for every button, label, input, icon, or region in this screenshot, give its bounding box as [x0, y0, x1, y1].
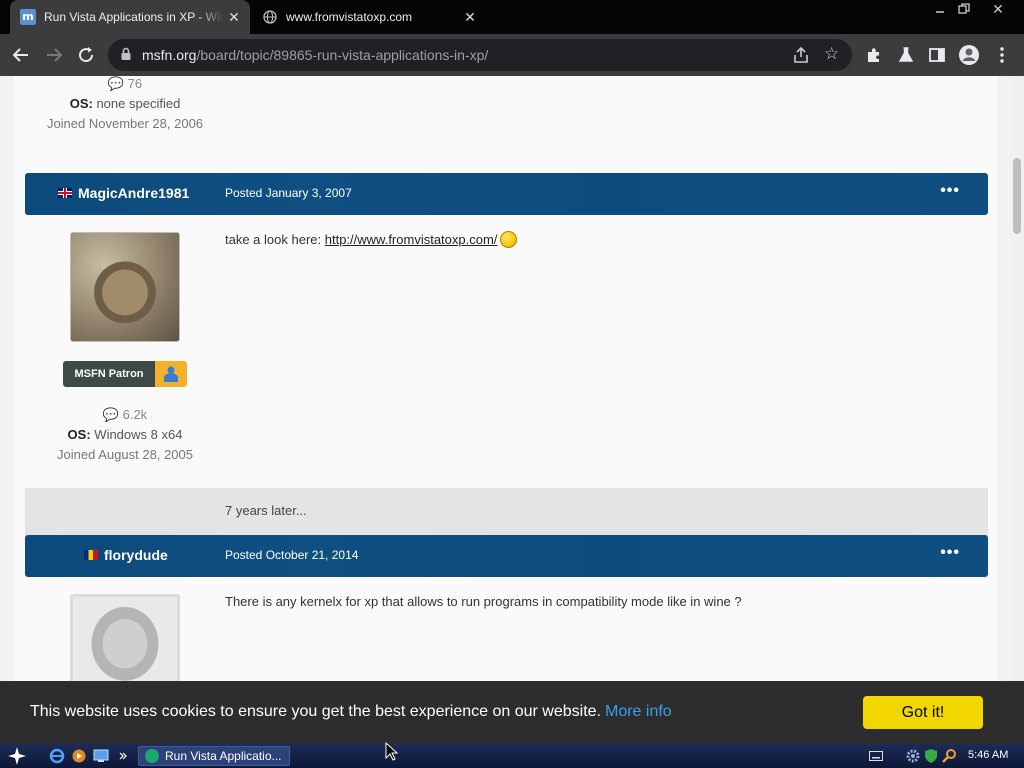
back-arrow-icon[interactable] [7, 41, 35, 69]
close-tab-icon[interactable]: ✕ [460, 9, 480, 26]
speech-bubble-icon: 💬 [102, 407, 119, 422]
post-date[interactable]: Posted January 3, 2007 [225, 186, 352, 200]
post-header: MagicAndre1981 Posted January 3, 2007 ••… [25, 173, 988, 215]
post-date[interactable]: Posted October 21, 2014 [225, 548, 358, 562]
tab-title: www.fromvistatoxp.com [286, 10, 413, 24]
close-window-icon[interactable]: ✕ [987, 0, 1009, 18]
browser-toolbar: msfn.org/board/topic/89865-run-vista-app… [0, 34, 1024, 76]
author-name[interactable]: florydude [84, 547, 168, 563]
post-body: There is any kernelx for xp that allows … [225, 594, 742, 609]
author-name[interactable]: MagicAndre1981 [58, 185, 189, 201]
post-body: take a look here: http://www.fromvistato… [225, 231, 518, 249]
bookmark-star-icon[interactable]: ☆ [824, 44, 839, 64]
restore-icon[interactable] [953, 0, 975, 18]
wink-smiley-icon [500, 231, 518, 249]
romania-flag-icon [84, 550, 98, 560]
address-bar[interactable]: msfn.org/board/topic/89865-run-vista-app… [108, 39, 852, 71]
quick-launch-chevron-icon[interactable] [114, 747, 132, 765]
browser-task-icon [145, 749, 159, 763]
joined-date: Joined November 28, 2006 [46, 116, 204, 131]
scrollbar-thumb[interactable] [1013, 158, 1021, 234]
comment-count: 💬 76 [107, 76, 143, 91]
time-gap-separator: 7 years later... [25, 488, 988, 536]
browser-tab-bar: m Run Vista Applications in XP - Windo ✕… [0, 0, 1024, 34]
taskbar: Run Vista Applicatio... 5:46 AM [0, 744, 1024, 768]
taskbar-task-button[interactable]: Run Vista Applicatio... [138, 746, 290, 766]
patron-person-icon [155, 361, 187, 387]
forward-arrow-icon[interactable] [40, 41, 68, 69]
search-magnifier-icon[interactable] [941, 748, 957, 764]
uk-flag-icon [58, 188, 72, 198]
url-text: msfn.org/board/topic/89865-run-vista-app… [142, 47, 489, 63]
ie-icon[interactable] [48, 747, 66, 765]
cookie-banner: This website uses cookies to ensure you … [0, 681, 1024, 744]
got-it-button[interactable]: Got it! [863, 696, 983, 729]
side-panel-icon[interactable] [923, 41, 951, 69]
page-viewport: 💬 76 OS: none specified Joined November … [0, 76, 1024, 744]
post-menu-icon[interactable]: ••• [940, 544, 960, 562]
os-line: OS: Windows 8 x64 [67, 427, 183, 442]
fromvistatoxp-link[interactable]: http://www.fromvistatoxp.com/ [325, 232, 498, 247]
keyboard-icon[interactable] [868, 748, 884, 764]
globe-icon [262, 9, 278, 25]
extensions-puzzle-icon[interactable] [860, 41, 888, 69]
avatar[interactable] [70, 232, 180, 342]
minimize-icon[interactable] [929, 0, 951, 18]
settings-gear-icon[interactable] [905, 748, 921, 764]
cookie-message: This website uses cookies to ensure you … [30, 703, 672, 720]
show-desktop-icon[interactable] [92, 747, 110, 765]
tab-title: Run Vista Applications in XP - Windo [44, 10, 224, 24]
close-tab-icon[interactable]: ✕ [224, 9, 244, 26]
post-header: florydude Posted October 21, 2014 ••• [25, 535, 988, 577]
system-clock: 5:46 AM [968, 749, 1009, 761]
speech-bubble-icon: 💬 [107, 76, 125, 91]
msfn-favicon-icon: m [20, 9, 36, 25]
more-info-link[interactable]: More info [605, 703, 672, 720]
post-menu-icon[interactable]: ••• [940, 182, 960, 200]
os-line: OS: none specified [69, 96, 181, 111]
share-icon[interactable] [792, 46, 810, 67]
media-player-icon[interactable] [70, 747, 88, 765]
labs-flask-icon[interactable] [892, 41, 920, 69]
comment-count: 💬 6.2k [102, 407, 148, 422]
tab-inactive[interactable]: www.fromvistatoxp.com ✕ [252, 0, 486, 34]
lock-icon[interactable] [120, 47, 132, 64]
start-star-icon[interactable] [4, 745, 30, 767]
security-shield-icon[interactable] [923, 748, 939, 764]
prev-author-info: 💬 76 OS: none specified Joined November … [25, 76, 225, 134]
tab-active[interactable]: m Run Vista Applications in XP - Windo ✕ [10, 0, 250, 34]
kebab-menu-icon[interactable] [988, 41, 1016, 69]
joined-date: Joined August 28, 2005 [57, 447, 193, 462]
page-scrollbar[interactable] [1010, 76, 1024, 744]
reload-icon[interactable] [72, 41, 100, 69]
profile-avatar-icon[interactable] [955, 41, 983, 69]
author-stats: 💬 6.2k OS: Windows 8 x64 Joined August 2… [25, 405, 225, 465]
msfn-patron-badge: MSFN Patron [63, 361, 187, 387]
